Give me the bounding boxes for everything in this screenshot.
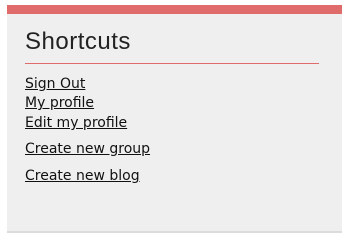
create-new-blog-link[interactable]: Create new blog <box>25 168 140 184</box>
create-new-group-link[interactable]: Create new group <box>25 141 150 157</box>
sign-out-link[interactable]: Sign Out <box>25 76 85 92</box>
list-item: My profile <box>25 92 94 114</box>
list-item: Edit my profile <box>25 112 127 134</box>
list-item: Create new blog <box>25 165 140 187</box>
title-divider <box>25 63 319 64</box>
edit-my-profile-link[interactable]: Edit my profile <box>25 115 127 131</box>
panel-title: Shortcuts <box>25 28 131 55</box>
my-profile-link[interactable]: My profile <box>25 95 94 111</box>
list-item: Create new group <box>25 138 150 160</box>
shortcuts-panel: Shortcuts Sign Out My profile Edit my pr… <box>7 5 342 233</box>
